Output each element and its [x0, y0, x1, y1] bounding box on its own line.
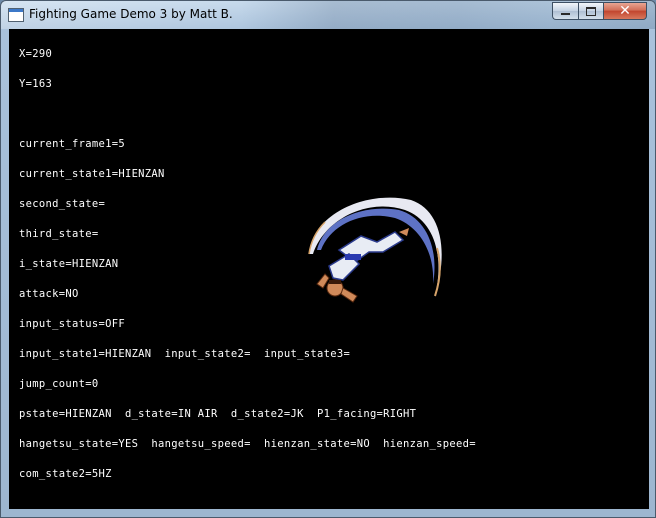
- maximize-button[interactable]: [578, 2, 603, 20]
- game-canvas[interactable]: X=290 Y=163 current_frame1=5 current_sta…: [9, 29, 649, 509]
- caption-buttons: ✕: [552, 2, 647, 22]
- debug-line: X=290: [19, 48, 53, 60]
- fighter-sprite: [308, 197, 442, 303]
- title-bar[interactable]: Fighting Game Demo 3 by Matt B. ✕: [1, 1, 655, 29]
- slash-arc-edge: [434, 247, 441, 297]
- app-window-icon[interactable]: [8, 8, 24, 22]
- debug-line: current_frame1=5: [19, 138, 125, 150]
- debug-line: current_state1=HIENZAN: [19, 168, 165, 180]
- debug-line: input_status=OFF: [19, 318, 125, 330]
- close-icon: ✕: [619, 3, 631, 19]
- debug-line: pstate=HIENZAN d_state=IN AIR d_state2=J…: [19, 408, 417, 420]
- debug-line: com_state2=5HZ: [19, 468, 112, 480]
- window-title: Fighting Game Demo 3 by Matt B.: [29, 7, 233, 21]
- minimize-icon: [561, 12, 570, 15]
- title-bar-glass: [241, 1, 551, 29]
- debug-line: jump_count=0: [19, 378, 99, 390]
- debug-line: input_state1=HIENZAN input_state2= input…: [19, 348, 351, 360]
- debug-line: Y=163: [19, 78, 53, 90]
- fighter-body: [316, 228, 409, 303]
- maximize-icon: [586, 6, 596, 16]
- debug-line: [19, 109, 476, 119]
- minimize-button[interactable]: [552, 2, 578, 20]
- game-window: Fighting Game Demo 3 by Matt B. ✕ X=290 …: [0, 0, 656, 518]
- close-button[interactable]: ✕: [603, 2, 647, 20]
- debug-line: hangetsu_state=YES hangetsu_speed= hienz…: [19, 438, 476, 450]
